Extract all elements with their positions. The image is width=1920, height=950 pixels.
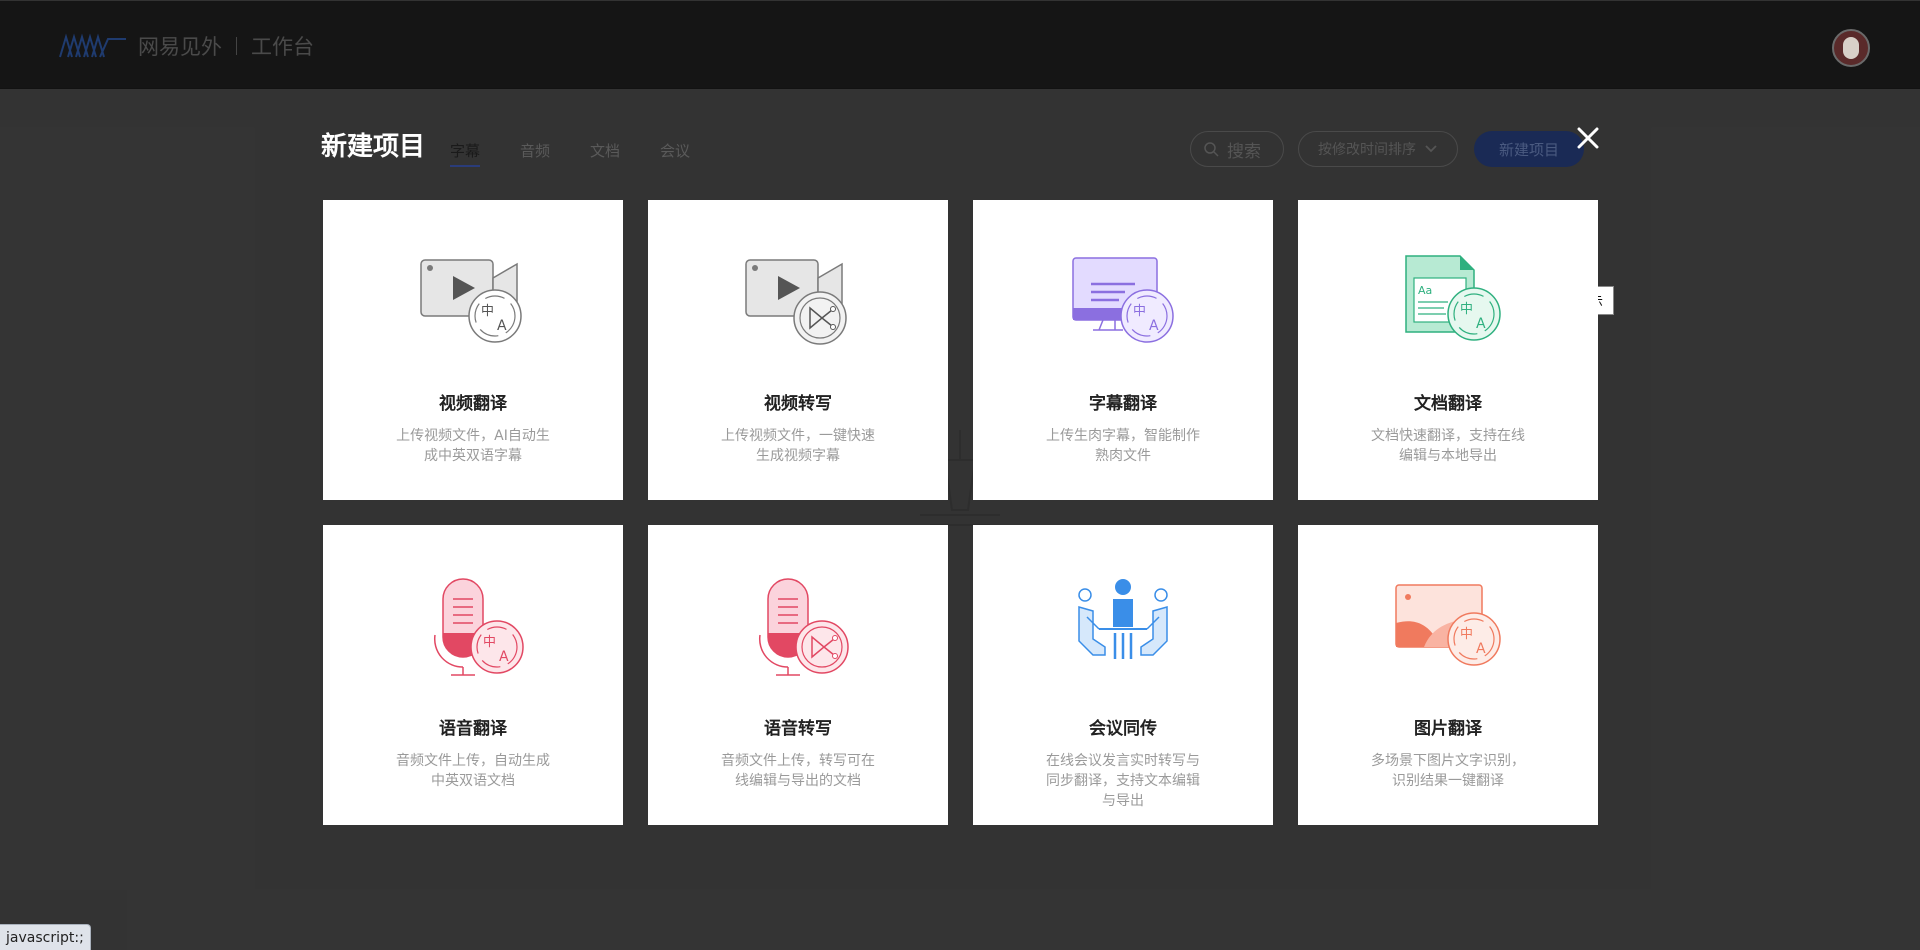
audio-translate-icon: 中 A — [433, 578, 524, 676]
sort-dropdown[interactable]: 按修改时间排序 — [1298, 131, 1458, 167]
search-input[interactable]: 搜索 — [1190, 131, 1284, 167]
new-project-button[interactable]: 新建项目 — [1474, 131, 1584, 167]
card-title: 视频转写 — [764, 394, 832, 414]
browser-status-bar: javascript:; — [0, 924, 91, 950]
card-title: 会议同传 — [1089, 719, 1157, 739]
card-description: 在线会议发言实时转写与同步翻译，支持文本编辑与导出 — [1046, 753, 1200, 809]
card-video-translate[interactable]: 中 A 视频翻译 上传视频文件，AI自动生成中英双语字幕 — [323, 200, 623, 500]
card-description: 音频文件上传，转写可在线编辑与导出的文档 — [721, 753, 875, 789]
card-title: 语音转写 — [764, 719, 832, 739]
svg-text:A: A — [1149, 318, 1159, 334]
workspace-label: 工作台 — [251, 35, 314, 59]
card-description: 上传视频文件，一键快速生成视频字幕 — [721, 428, 875, 464]
svg-text:A: A — [497, 318, 507, 334]
card-document-translate[interactable]: Aa 中 A 文档翻译 文档快速翻译，支持在线编辑与本地导出 — [1298, 200, 1598, 500]
brand-name: 网易见外 — [138, 35, 222, 59]
card-video-transcribe[interactable]: 视频转写 上传视频文件，一键快速生成视频字幕 — [648, 200, 948, 500]
card-title: 视频翻译 — [439, 394, 507, 414]
tab-subtitle[interactable]: 字幕 — [450, 140, 481, 167]
document-translate-icon: Aa 中 A — [1405, 255, 1501, 341]
search-icon — [1204, 142, 1219, 157]
sort-label: 按修改时间排序 — [1318, 142, 1416, 158]
card-subtitle-translate[interactable]: 中 A 字幕翻译 上传生肉字幕，智能制作熟肉文件 — [973, 200, 1273, 500]
card-audio-transcribe[interactable]: 语音转写 音频文件上传，转写可在线编辑与导出的文档 — [648, 525, 948, 825]
search-placeholder: 搜索 — [1227, 141, 1261, 162]
card-title: 文档翻译 — [1414, 394, 1482, 414]
subtitle-translate-icon: 中 A — [1072, 257, 1174, 343]
chevron-down-icon — [1425, 145, 1437, 153]
card-title: 图片翻译 — [1414, 719, 1482, 739]
meeting-interpret-icon — [1078, 579, 1168, 659]
card-title: 字幕翻译 — [1089, 394, 1157, 414]
card-description: 多场景下图片文字识别，识别结果一键翻译 — [1371, 753, 1525, 789]
svg-text:中: 中 — [1133, 304, 1146, 319]
card-meeting-interpret[interactable]: 会议同传 在线会议发言实时转写与同步翻译，支持文本编辑与导出 — [973, 525, 1273, 825]
brand-logo[interactable]: 网易见外 工作台 — [58, 31, 314, 61]
user-avatar[interactable] — [1832, 29, 1870, 67]
card-description: 上传生肉字幕，智能制作熟肉文件 — [1046, 428, 1200, 464]
svg-text:A: A — [1476, 316, 1486, 332]
card-image-translate[interactable]: 中 A 图片翻译 多场景下图片文字识别，识别结果一键翻译 — [1298, 525, 1598, 825]
svg-text:A: A — [1476, 641, 1486, 657]
close-icon[interactable] — [1572, 122, 1604, 154]
svg-text:A: A — [499, 649, 509, 665]
card-audio-translate[interactable]: 中 A 语音翻译 音频文件上传，自动生成中英双语文档 — [323, 525, 623, 825]
project-type-grid: 中 A 视频翻译 上传视频文件，AI自动生成中英双语字幕 视频转写 上传视频文件… — [323, 200, 1599, 825]
audio-transcribe-icon — [758, 578, 849, 676]
tab-audio[interactable]: 音频 — [520, 140, 550, 167]
card-description: 文档快速翻译，支持在线编辑与本地导出 — [1371, 428, 1525, 464]
svg-text:中: 中 — [1460, 627, 1473, 642]
brand-waves-icon — [59, 33, 126, 58]
tab-document[interactable]: 文档 — [590, 140, 620, 167]
svg-text:中: 中 — [481, 304, 494, 319]
svg-text:中: 中 — [483, 635, 496, 650]
svg-text:中: 中 — [1460, 302, 1473, 317]
modal-title: 新建项目 — [321, 132, 426, 162]
tab-meeting[interactable]: 会议 — [660, 140, 690, 167]
category-tabs: 字幕 音频 文档 会议 — [450, 140, 690, 167]
card-description: 上传视频文件，AI自动生成中英双语字幕 — [396, 428, 550, 464]
video-translate-icon: 中 A — [420, 259, 522, 343]
top-bar: 网易见外 工作台 — [0, 0, 1920, 89]
video-transcribe-icon — [745, 259, 847, 345]
card-title: 语音翻译 — [439, 719, 507, 739]
image-translate-icon: 中 A — [1395, 584, 1501, 666]
svg-text:Aa: Aa — [1418, 284, 1432, 297]
card-description: 音频文件上传，自动生成中英双语文档 — [396, 753, 550, 789]
brand-divider — [236, 37, 237, 55]
